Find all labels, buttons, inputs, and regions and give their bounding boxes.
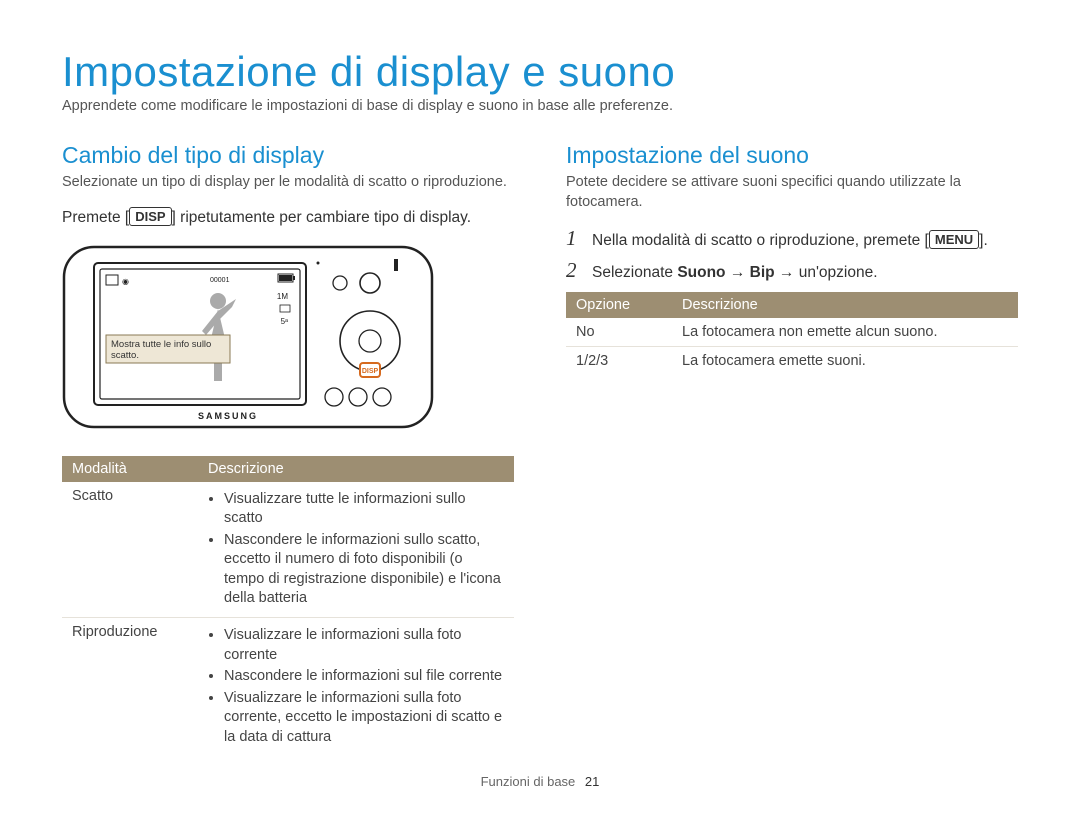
- instr-pre: Premete [: [62, 209, 129, 226]
- th-option: Opzione: [566, 292, 672, 318]
- step2-post: → un'opzione.: [775, 264, 878, 281]
- svg-text:◉: ◉: [122, 277, 129, 286]
- desc-cell: La fotocamera emette suoni.: [672, 346, 1018, 375]
- footer-page-number: 21: [585, 774, 599, 789]
- step-number: 1: [566, 226, 582, 251]
- svg-text:SAMSUNG: SAMSUNG: [198, 411, 258, 421]
- section-sub-display: Selezionate un tipo di display per le mo…: [62, 173, 514, 193]
- menu-key-label: MENU: [929, 230, 979, 249]
- list-item: Nascondere le informazioni sullo scatto,…: [224, 531, 504, 609]
- section-heading-display: Cambio del tipo di display: [62, 142, 514, 169]
- th-desc: Descrizione: [198, 456, 514, 482]
- step-2-text: Selezionate Suono → Bip → un'opzione.: [592, 263, 878, 284]
- svg-text:1M: 1M: [277, 292, 288, 301]
- footer-section-label: Funzioni di base: [481, 774, 576, 789]
- th-desc: Descrizione: [672, 292, 1018, 318]
- step2-bold: Suono → Bip: [677, 264, 774, 281]
- svg-text:scatto.: scatto.: [111, 350, 139, 361]
- svg-text:DISP: DISP: [362, 368, 379, 375]
- disp-key-label: DISP: [129, 207, 171, 226]
- step1-pre: Nella modalità di scatto o riproduzione,…: [592, 232, 929, 249]
- desc-cell: Visualizzare tutte le informazioni sullo…: [198, 482, 514, 618]
- th-mode: Modalità: [62, 456, 198, 482]
- desc-cell: Visualizzare le informazioni sulla foto …: [198, 617, 514, 755]
- table-row: Riproduzione Visualizzare le informazion…: [62, 617, 514, 755]
- step-1: 1 Nella modalità di scatto o riproduzion…: [566, 226, 1018, 252]
- camera-svg: ◉ 00001 1M 5ᵃ: [58, 241, 438, 433]
- page-footer: Funzioni di base 21: [0, 774, 1080, 789]
- table-row: 1/2/3 La fotocamera emette suoni.: [566, 346, 1018, 375]
- display-modes-table: Modalità Descrizione Scatto Visualizzare…: [62, 456, 514, 757]
- step-number: 2: [566, 258, 582, 283]
- page-title: Impostazione di display e suono: [62, 48, 1018, 96]
- instr-post: ] ripetutamente per cambiare tipo di dis…: [172, 209, 472, 226]
- mode-cell: Scatto: [62, 482, 198, 618]
- svg-text:5ᵃ: 5ᵃ: [281, 317, 289, 326]
- table-row: No La fotocamera non emette alcun suono.: [566, 318, 1018, 347]
- page-subtitle: Apprendete come modificare le impostazio…: [62, 98, 1018, 114]
- manual-page: Impostazione di display e suono Apprende…: [0, 0, 1080, 815]
- camera-illustration: ◉ 00001 1M 5ᵃ: [58, 241, 438, 438]
- step-1-text: Nella modalità di scatto o riproduzione,…: [592, 230, 988, 252]
- instruction-press-disp: Premete [DISP] ripetutamente per cambiar…: [62, 207, 514, 227]
- two-column-layout: Cambio del tipo di display Selezionate u…: [62, 142, 1018, 756]
- col-display-type: Cambio del tipo di display Selezionate u…: [62, 142, 514, 756]
- svg-text:00001: 00001: [210, 277, 230, 284]
- step1-post: ].: [979, 232, 988, 249]
- list-item: Nascondere le informazioni sul file corr…: [224, 667, 504, 687]
- svg-text:Mostra tutte le info sullo: Mostra tutte le info sullo: [111, 339, 211, 350]
- step-2: 2 Selezionate Suono → Bip → un'opzione.: [566, 258, 1018, 284]
- step2-pre: Selezionate: [592, 264, 677, 281]
- sound-options-table: Opzione Descrizione No La fotocamera non…: [566, 292, 1018, 376]
- section-heading-sound: Impostazione del suono: [566, 142, 1018, 169]
- col-sound-settings: Impostazione del suono Potete decidere s…: [566, 142, 1018, 756]
- table-row: Scatto Visualizzare tutte le informazion…: [62, 482, 514, 618]
- desc-cell: La fotocamera non emette alcun suono.: [672, 318, 1018, 347]
- list-item: Visualizzare le informazioni sulla foto …: [224, 689, 504, 748]
- list-item: Visualizzare le informazioni sulla foto …: [224, 626, 504, 665]
- opt-cell: No: [566, 318, 672, 347]
- section-sub-sound: Potete decidere se attivare suoni specif…: [566, 173, 1018, 212]
- list-item: Visualizzare tutte le informazioni sullo…: [224, 490, 504, 529]
- opt-cell: 1/2/3: [566, 346, 672, 375]
- mode-cell: Riproduzione: [62, 617, 198, 755]
